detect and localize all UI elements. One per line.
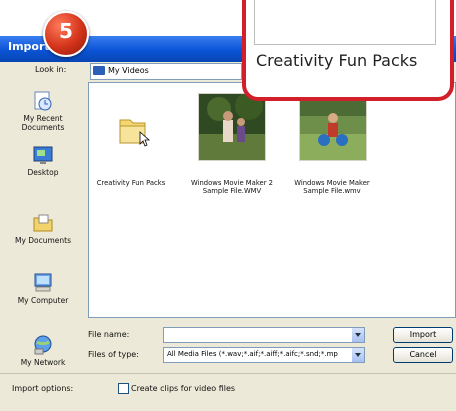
- file-name-field-label: File name:: [88, 330, 130, 339]
- files-of-type-label: Files of type:: [88, 350, 139, 359]
- place-label: My Network: [20, 358, 66, 367]
- look-in-label: Look in:: [35, 65, 67, 74]
- places-bar: My Recent Documents Desktop My Documents…: [0, 82, 86, 372]
- file-item-wmm-sample[interactable]: [299, 93, 367, 161]
- file-name-value: [164, 336, 167, 345]
- file-item-wmm2-sample[interactable]: [198, 93, 266, 161]
- place-label: My Documents: [14, 236, 72, 245]
- file-name-input[interactable]: [163, 327, 365, 343]
- place-my-recent-documents[interactable]: My Recent Documents: [0, 90, 86, 132]
- look-in-value: My Videos: [108, 66, 149, 75]
- chevron-down-icon[interactable]: [352, 348, 364, 362]
- import-options-label: Import options:: [12, 384, 74, 393]
- files-of-type-select[interactable]: All Media Files (*.wav;*.aif;*.aiff;*.ai…: [163, 347, 365, 363]
- file-list[interactable]: Creativity Fun Packs Windows Movie Maker…: [88, 82, 456, 318]
- files-of-type-value: All Media Files (*.wav;*.aif;*.aiff;*.ai…: [167, 350, 338, 358]
- callout-folder-preview: [254, 0, 436, 45]
- cancel-button[interactable]: Cancel: [393, 347, 453, 363]
- my-network-icon: [32, 334, 54, 356]
- callout-text: Creativity Fun Packs: [256, 51, 418, 70]
- create-clips-checkbox[interactable]: [118, 383, 129, 394]
- file-name-label: Windows Movie Maker Sample File.wmv: [294, 179, 370, 195]
- file-name-label: Windows Movie Maker 2 Sample File.WMV: [191, 179, 273, 195]
- create-clips-label: Create clips for video files: [131, 384, 236, 393]
- import-button[interactable]: Import: [393, 327, 453, 343]
- my-computer-icon: [32, 272, 54, 294]
- video-thumbnail-icon: [199, 94, 265, 160]
- place-label: Desktop: [27, 168, 59, 177]
- file-item-creativity-fun-packs[interactable]: [97, 93, 165, 161]
- place-my-network[interactable]: My Network: [0, 334, 86, 367]
- my-documents-icon: [32, 212, 54, 234]
- desktop-icon: [32, 144, 54, 166]
- chevron-down-icon[interactable]: [352, 328, 364, 342]
- recent-documents-icon: [32, 90, 54, 112]
- file-name-label: Creativity Fun Packs: [96, 179, 166, 187]
- place-label: My Recent Documents: [21, 114, 65, 132]
- place-my-documents[interactable]: My Documents: [0, 212, 86, 245]
- place-desktop[interactable]: Desktop: [0, 144, 86, 177]
- my-videos-folder-icon: [93, 66, 105, 75]
- place-my-computer[interactable]: My Computer: [0, 272, 86, 305]
- step-number: 5: [59, 19, 73, 43]
- place-label: My Computer: [17, 296, 69, 305]
- video-thumbnail-icon: [300, 94, 366, 160]
- folder-icon: [119, 119, 151, 147]
